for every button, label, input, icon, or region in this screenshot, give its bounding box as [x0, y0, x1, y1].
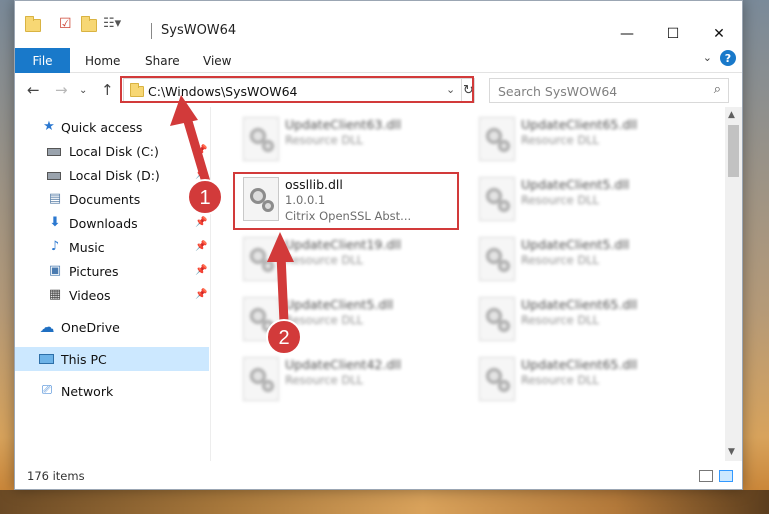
- annotation-overlay: 1 2: [170, 95, 302, 355]
- step-1-label: 1: [199, 187, 210, 209]
- step-2-label: 2: [278, 327, 289, 349]
- step-1-arrow: [170, 95, 211, 187]
- step-1-badge: 1: [187, 179, 223, 215]
- step-2-arrow: [267, 232, 294, 327]
- step-2-badge: 2: [266, 319, 302, 355]
